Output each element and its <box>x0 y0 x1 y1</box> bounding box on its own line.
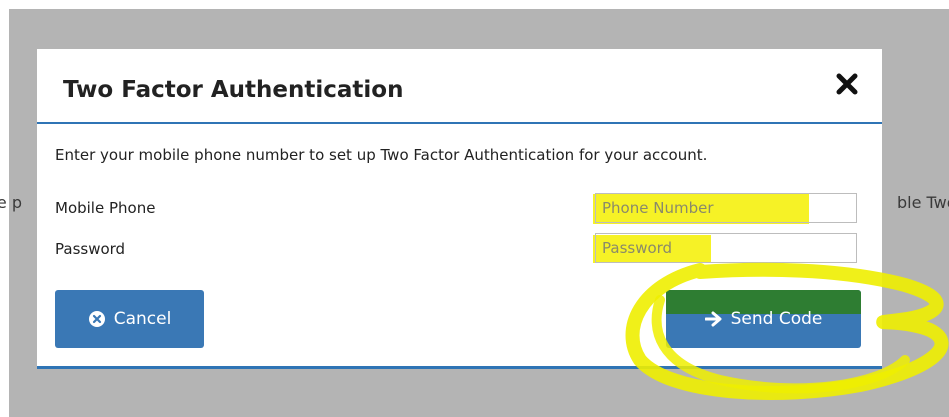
send-code-button[interactable]: Send Code <box>666 290 861 348</box>
background-text-left: le p <box>0 193 22 212</box>
close-x-icon <box>836 73 858 95</box>
arrow-right-icon <box>704 311 722 327</box>
cancel-button[interactable]: Cancel <box>55 290 204 348</box>
mobile-phone-label: Mobile Phone <box>55 199 156 217</box>
phone-number-input[interactable] <box>595 193 857 223</box>
two-factor-dialog: Two Factor Authentication Enter your mob… <box>37 49 882 369</box>
password-input[interactable] <box>595 233 857 263</box>
dialog-bottom-border <box>37 366 882 369</box>
close-button[interactable] <box>832 69 862 99</box>
dialog-title: Two Factor Authentication <box>63 77 404 103</box>
background-text-right: ble Two <box>897 193 949 212</box>
dialog-intro-text: Enter your mobile phone number to set up… <box>55 146 708 164</box>
cancel-button-label: Cancel <box>113 309 172 329</box>
send-code-label: Send Code <box>730 309 823 329</box>
dialog-header: Two Factor Authentication <box>37 49 882 124</box>
circle-x-icon <box>88 311 105 327</box>
password-label: Password <box>55 240 126 258</box>
